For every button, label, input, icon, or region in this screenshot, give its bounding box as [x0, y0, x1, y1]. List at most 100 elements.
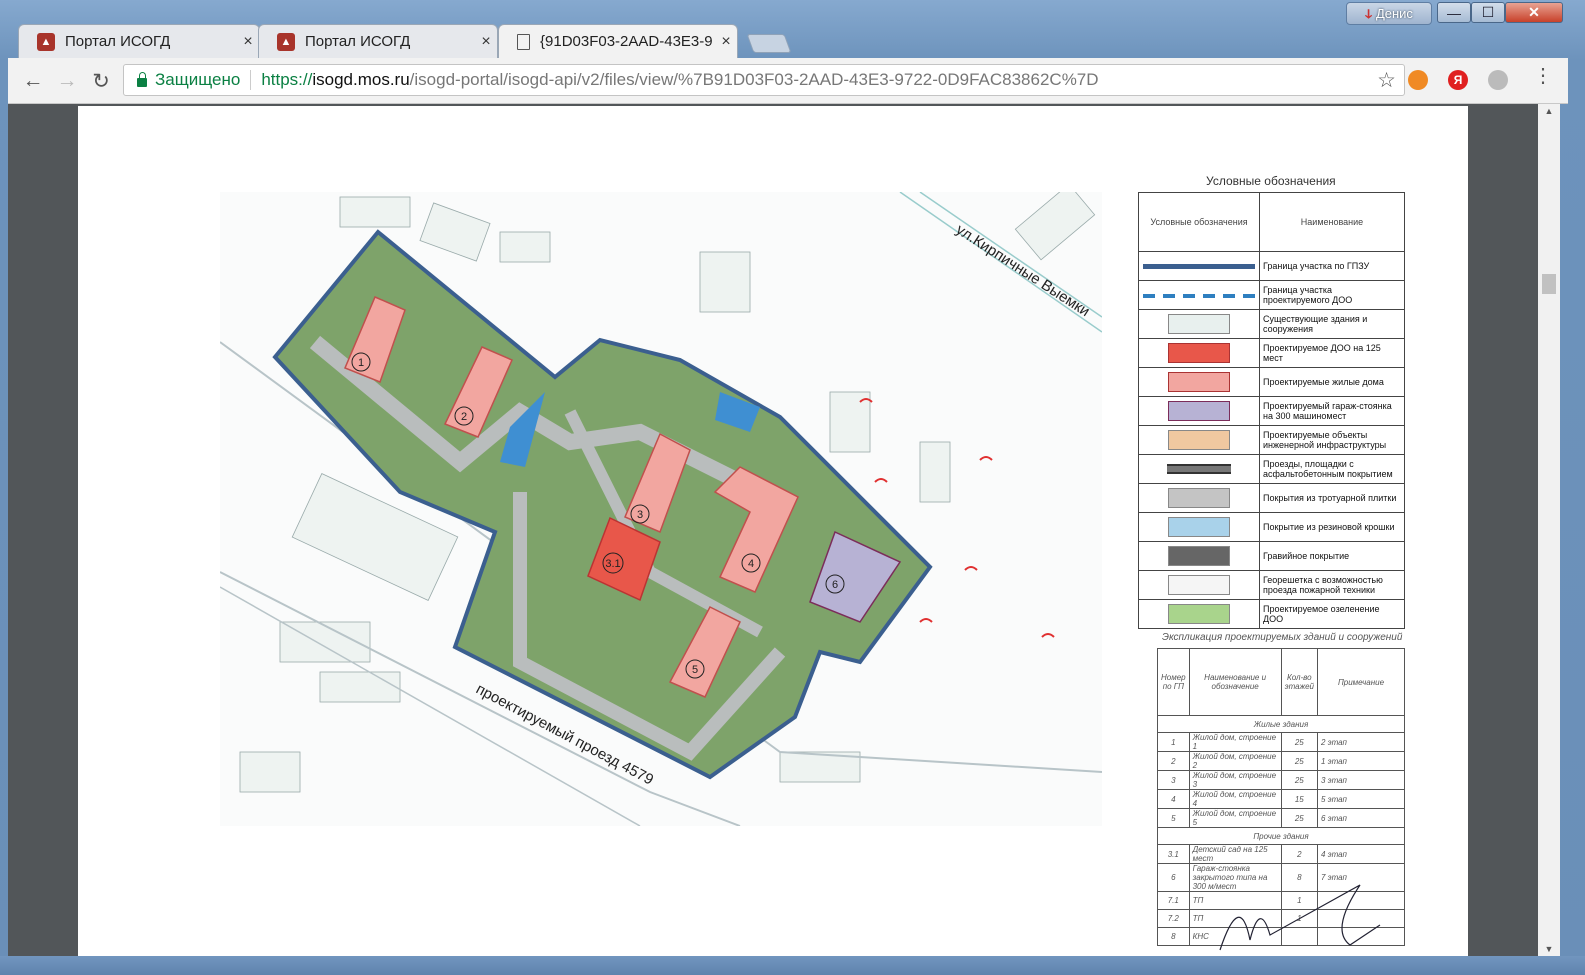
legend-row: Проектируемые объекты инженерной инфраст…: [1138, 425, 1405, 455]
expl-cell: 2: [1280, 844, 1319, 864]
legend-swatch: [1168, 401, 1230, 421]
legend-item-name: Проектируемые объекты инженерной инфраст…: [1259, 425, 1405, 455]
scroll-up-arrow-icon[interactable]: ▲: [1538, 106, 1560, 116]
legend-header-name: Наименование: [1259, 192, 1405, 252]
legend-item-name: Проектируемое озеленение ДОО: [1259, 599, 1405, 629]
legend-swatch-cell: [1138, 512, 1260, 542]
scroll-down-arrow-icon[interactable]: ▼: [1538, 944, 1560, 954]
legend-swatch: [1168, 488, 1230, 508]
tab-close-icon[interactable]: ×: [237, 33, 259, 51]
legend-swatch: [1168, 314, 1230, 334]
explication-title: Экспликация проектируемых зданий и соору…: [1162, 632, 1403, 643]
expl-cell: 2: [1157, 751, 1190, 771]
legend-row: Проезды, площадки с асфальтобетонным пок…: [1138, 454, 1405, 484]
legend-item-name: Проектируемый гараж-стоянка на 300 машин…: [1259, 396, 1405, 426]
expl-cell: 6 этап: [1317, 808, 1405, 828]
legend-swatch-cell: [1138, 425, 1260, 455]
legend-swatch: [1143, 293, 1255, 298]
expl-cell: 4: [1157, 789, 1190, 809]
legend-swatch: [1168, 604, 1230, 624]
legend-item-name: Покрытие из резиновой крошки: [1259, 512, 1405, 542]
extension-gray-icon[interactable]: [1488, 70, 1508, 90]
tab-isogd-2[interactable]: ▲ Портал ИСОГД ×: [258, 24, 498, 58]
expl-cell: 1 этап: [1317, 751, 1405, 771]
building-label-2: 2: [461, 411, 467, 423]
legend-item-name: Существующие здания и сооружения: [1259, 309, 1405, 339]
building-label-3: 3: [637, 509, 643, 521]
maximize-button[interactable]: ☐: [1471, 2, 1505, 23]
expl-header-name: Наименование и обозначение: [1188, 648, 1282, 716]
legend-item-name: Георешетка с возможностью проезда пожарн…: [1259, 570, 1405, 600]
site-favicon-icon: ▲: [37, 32, 55, 51]
legend-swatch-cell: [1138, 338, 1260, 368]
tab-close-icon[interactable]: ×: [715, 33, 737, 51]
expl-cell: 4 этап: [1317, 844, 1405, 864]
legend-table: Условные обозначения Наименование Границ…: [1138, 192, 1405, 629]
vertical-scrollbar[interactable]: ▲ ▼: [1538, 104, 1560, 956]
expl-group-row: Жилые здания: [1157, 715, 1405, 733]
legend-swatch-cell: [1138, 599, 1260, 629]
reload-button[interactable]: ↻: [88, 68, 114, 94]
yandex-extension-icon[interactable]: Я: [1448, 70, 1468, 90]
forward-button[interactable]: →: [54, 68, 80, 94]
divider: [250, 70, 252, 90]
url-scheme: https://: [261, 70, 313, 89]
legend-item-name: Граница участка по ГПЗУ: [1259, 251, 1405, 281]
scrollbar-thumb[interactable]: [1542, 274, 1556, 294]
building-label-6: 6: [832, 579, 838, 591]
legend-swatch-cell: [1138, 396, 1260, 426]
url-path: /isogd-portal/isogd-api/v2/files/view/%7…: [409, 70, 1099, 89]
expl-cell: 7.1: [1157, 891, 1190, 910]
legend-item-name: Граница участка проектируемого ДОО: [1259, 280, 1405, 310]
back-button[interactable]: ←: [20, 68, 46, 94]
tab-close-icon[interactable]: ×: [475, 33, 497, 51]
building-label-5: 5: [692, 664, 698, 676]
legend-row: Проектируемый гараж-стоянка на 300 машин…: [1138, 396, 1405, 426]
legend-swatch: [1143, 264, 1255, 270]
legend-swatch: [1168, 430, 1230, 450]
address-bar[interactable]: Защищено https://isogd.mos.ru/isogd-port…: [123, 64, 1405, 96]
new-tab-button[interactable]: [746, 34, 792, 53]
profile-name: Денис: [1375, 6, 1413, 21]
legend-header-symbol: Условные обозначения: [1138, 192, 1260, 252]
expl-cell: 5 этап: [1317, 789, 1405, 809]
profile-button[interactable]: ↆ Денис: [1346, 2, 1432, 25]
tab-file-view[interactable]: {91D03F03-2AAD-43E3-9 ×: [498, 24, 738, 58]
expl-cell: Жилой дом, строение 3: [1188, 770, 1282, 790]
site-favicon-icon: ▲: [277, 32, 295, 51]
expl-row: 1 Жилой дом, строение 1 25 2 этап: [1157, 732, 1405, 752]
legend-swatch-cell: [1138, 367, 1260, 397]
tab-isogd-1[interactable]: ▲ Портал ИСОГД ×: [18, 24, 260, 58]
legend-item-name: Проектируемое ДОО на 125 мест: [1259, 338, 1405, 368]
expl-cell: 25: [1280, 770, 1319, 790]
legend-swatch-cell: [1138, 251, 1260, 281]
close-window-button[interactable]: ✕: [1505, 2, 1563, 23]
menu-icon[interactable]: ⋮: [1533, 66, 1553, 86]
minimize-button[interactable]: —: [1437, 2, 1471, 23]
browser-toolbar: ← → ↻ Защищено https://isogd.mos.ru/isog…: [8, 58, 1568, 104]
expl-header-floors: Кол-во этажей: [1280, 648, 1319, 716]
expl-cell: Детский сад на 125 мест: [1188, 844, 1282, 864]
extension-fox-icon[interactable]: [1408, 70, 1428, 90]
legend-item-name: Проезды, площадки с асфальтобетонным пок…: [1259, 454, 1405, 484]
expl-group-row: Прочие здания: [1157, 827, 1405, 845]
legend-title: Условные обозначения: [1206, 174, 1336, 188]
legend-item-name: Покрытия из тротуарной плитки: [1259, 483, 1405, 513]
building-label-4: 4: [748, 558, 754, 570]
expl-group-label: Прочие здания: [1157, 827, 1405, 845]
legend-row: Граница участка проектируемого ДОО: [1138, 280, 1405, 310]
window-bottom-frame: [0, 956, 1585, 975]
expl-cell: Жилой дом, строение 4: [1188, 789, 1282, 809]
expl-cell: 25: [1280, 732, 1319, 752]
bookmark-star-icon[interactable]: ☆: [1377, 68, 1396, 93]
expl-cell: Жилой дом, строение 5: [1188, 808, 1282, 828]
legend-row: Граница участка по ГПЗУ: [1138, 251, 1405, 281]
legend-swatch: [1168, 372, 1230, 392]
legend-row: Проектируемые жилые дома: [1138, 367, 1405, 397]
tab-title: Портал ИСОГД: [65, 33, 171, 50]
expl-cell: 7.2: [1157, 909, 1190, 928]
url-host: isogd.mos.ru: [312, 70, 410, 89]
legend-item-name: Проектируемые жилые дома: [1259, 367, 1405, 397]
expl-cell: 15: [1280, 789, 1319, 809]
legend-swatch-cell: [1138, 280, 1260, 310]
